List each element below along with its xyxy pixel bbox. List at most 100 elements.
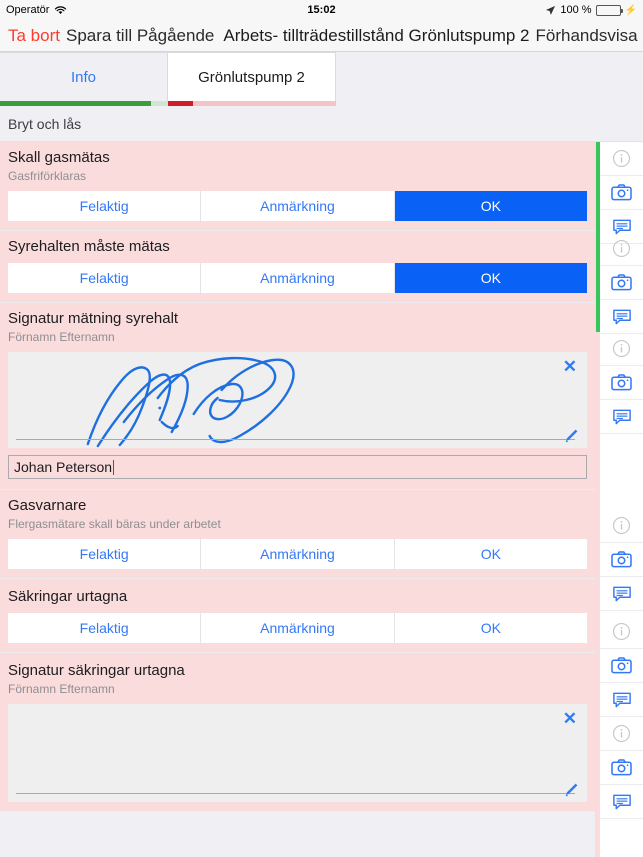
navigation-bar: Ta bort Spara till Pågående Arbets- till… [0, 20, 643, 52]
option-group: Felaktig Anmärkning OK [8, 263, 587, 293]
status-bar-indicator [596, 615, 600, 717]
info-circle-icon[interactable] [600, 717, 643, 751]
item-title: Säkringar urtagna [8, 588, 128, 605]
status-bar-indicator [596, 332, 600, 509]
page-title: Arbets- tillträdestillstånd Grönlutspump… [223, 25, 530, 45]
tab-bar: Info Grönlutspump 2 [0, 52, 643, 106]
battery-percent-label: 100 % [560, 4, 592, 16]
item-subtitle: Förnamn Efternamn [8, 330, 115, 344]
option-ok[interactable]: OK [394, 263, 587, 293]
sidebar-empty-cell [600, 819, 643, 857]
signature-baseline [16, 439, 575, 440]
info-circle-icon[interactable] [600, 509, 643, 543]
item-title: Gasvarnare [8, 497, 87, 514]
info-circle-icon[interactable] [600, 142, 643, 176]
tab-info-progress [0, 101, 168, 106]
item-subtitle: Flergasmätare skall bäras under arbetet [8, 517, 221, 531]
status-bar-indicator [596, 142, 600, 232]
app-root: Operatör 15:02 100 % ⚡ Ta bort Spara til… [0, 0, 643, 857]
option-remark[interactable]: Anmärkning [201, 613, 395, 643]
option-faulty[interactable]: Felaktig [8, 263, 202, 293]
close-x-icon[interactable]: ✕ [563, 710, 577, 727]
status-bar-right: 100 % ⚡ [545, 4, 637, 16]
list-item: Signatur säkringar urtagna Förnamn Efter… [0, 653, 595, 812]
camera-icon[interactable] [600, 366, 643, 400]
status-bar-indicator [596, 232, 600, 332]
info-circle-icon[interactable] [600, 232, 643, 266]
status-bar: Operatör 15:02 100 % ⚡ [0, 0, 643, 20]
tab-info-label: Info [0, 52, 168, 101]
delete-button[interactable]: Ta bort [8, 26, 60, 46]
comment-icon[interactable] [600, 400, 643, 434]
list-item: Gasvarnare Flergasmätare skall bäras und… [0, 490, 595, 579]
option-ok[interactable]: OK [394, 191, 587, 221]
camera-icon[interactable] [600, 266, 643, 300]
camera-icon[interactable] [600, 751, 643, 785]
option-faulty[interactable]: Felaktig [8, 613, 202, 643]
lightning-bolt-icon: ⚡ [624, 4, 637, 16]
camera-icon[interactable] [600, 176, 643, 210]
pencil-icon[interactable] [563, 428, 579, 444]
sidebar-slot [596, 142, 643, 244]
signature-name-value: Johan Peterson [14, 459, 113, 475]
option-group: Felaktig Anmärkning OK [8, 191, 587, 221]
item-title: Signatur säkringar urtagna [8, 662, 185, 679]
option-group: Felaktig Anmärkning OK [8, 539, 587, 569]
location-arrow-icon [545, 5, 556, 16]
signature-name-input[interactable]: Johan Peterson [8, 455, 587, 479]
camera-icon[interactable] [600, 543, 643, 577]
tab-gronlutspump-2-progress [168, 101, 336, 106]
signature-baseline [16, 793, 575, 794]
info-circle-icon[interactable] [600, 615, 643, 649]
tab-gronlutspump-2[interactable]: Grönlutspump 2 [168, 52, 336, 106]
comment-icon[interactable] [600, 300, 643, 334]
sidebar-slot [596, 232, 643, 334]
close-x-icon[interactable]: ✕ [563, 358, 577, 375]
section-header: Bryt och lås [0, 106, 643, 142]
tab-info[interactable]: Info [0, 52, 168, 106]
comment-icon[interactable] [600, 785, 643, 819]
content-area: Skall gasmätas Gasfriförklaras Felaktig … [0, 142, 643, 857]
signature-ink [86, 356, 295, 448]
checklist-list: Skall gasmätas Gasfriförklaras Felaktig … [0, 142, 595, 857]
option-faulty[interactable]: Felaktig [8, 539, 202, 569]
list-item: Säkringar urtagna Felaktig Anmärkning OK [0, 579, 595, 653]
status-bar-indicator [596, 717, 600, 857]
item-title: Syrehalten måste mätas [8, 238, 170, 255]
sidebar-empty-cell [600, 434, 643, 509]
option-group: Felaktig Anmärkning OK [8, 613, 587, 643]
signature-canvas[interactable]: ✕ [8, 352, 587, 448]
option-remark[interactable]: Anmärkning [201, 191, 395, 221]
option-ok[interactable]: OK [394, 539, 587, 569]
comment-icon[interactable] [600, 577, 643, 611]
item-subtitle: Gasfriförklaras [8, 169, 87, 183]
info-circle-icon[interactable] [600, 332, 643, 366]
option-remark[interactable]: Anmärkning [201, 539, 395, 569]
sidebar-slot [596, 509, 643, 615]
preview-button[interactable]: Förhandsvisa [536, 26, 638, 46]
battery-icon [595, 4, 623, 16]
option-ok[interactable]: OK [394, 613, 587, 643]
signature-canvas[interactable]: ✕ [8, 704, 587, 802]
save-to-ongoing-button[interactable]: Spara till Pågående [66, 26, 214, 46]
camera-icon[interactable] [600, 649, 643, 683]
pencil-icon[interactable] [563, 782, 579, 798]
sidebar-slot [596, 717, 643, 857]
sidebar-slot [596, 332, 643, 509]
option-remark[interactable]: Anmärkning [201, 263, 395, 293]
status-bar-indicator [596, 509, 600, 615]
action-sidebar [595, 142, 643, 857]
item-title: Skall gasmätas [8, 149, 110, 166]
item-title: Signatur mätning syrehalt [8, 310, 179, 327]
text-caret [113, 459, 115, 475]
list-item: Skall gasmätas Gasfriförklaras Felaktig … [0, 142, 595, 231]
item-subtitle: Förnamn Efternamn [8, 682, 115, 696]
tab-bar-filler [336, 52, 643, 106]
comment-icon[interactable] [600, 683, 643, 717]
list-item: Signatur mätning syrehalt Förnamn Eftern… [0, 303, 595, 490]
tab-gronlutspump-2-label: Grönlutspump 2 [168, 52, 336, 101]
sidebar-slot [596, 615, 643, 717]
list-item: Syrehalten måste mätas Felaktig Anmärkni… [0, 231, 595, 303]
section-header-label: Bryt och lås [8, 115, 82, 132]
option-faulty[interactable]: Felaktig [8, 191, 202, 221]
